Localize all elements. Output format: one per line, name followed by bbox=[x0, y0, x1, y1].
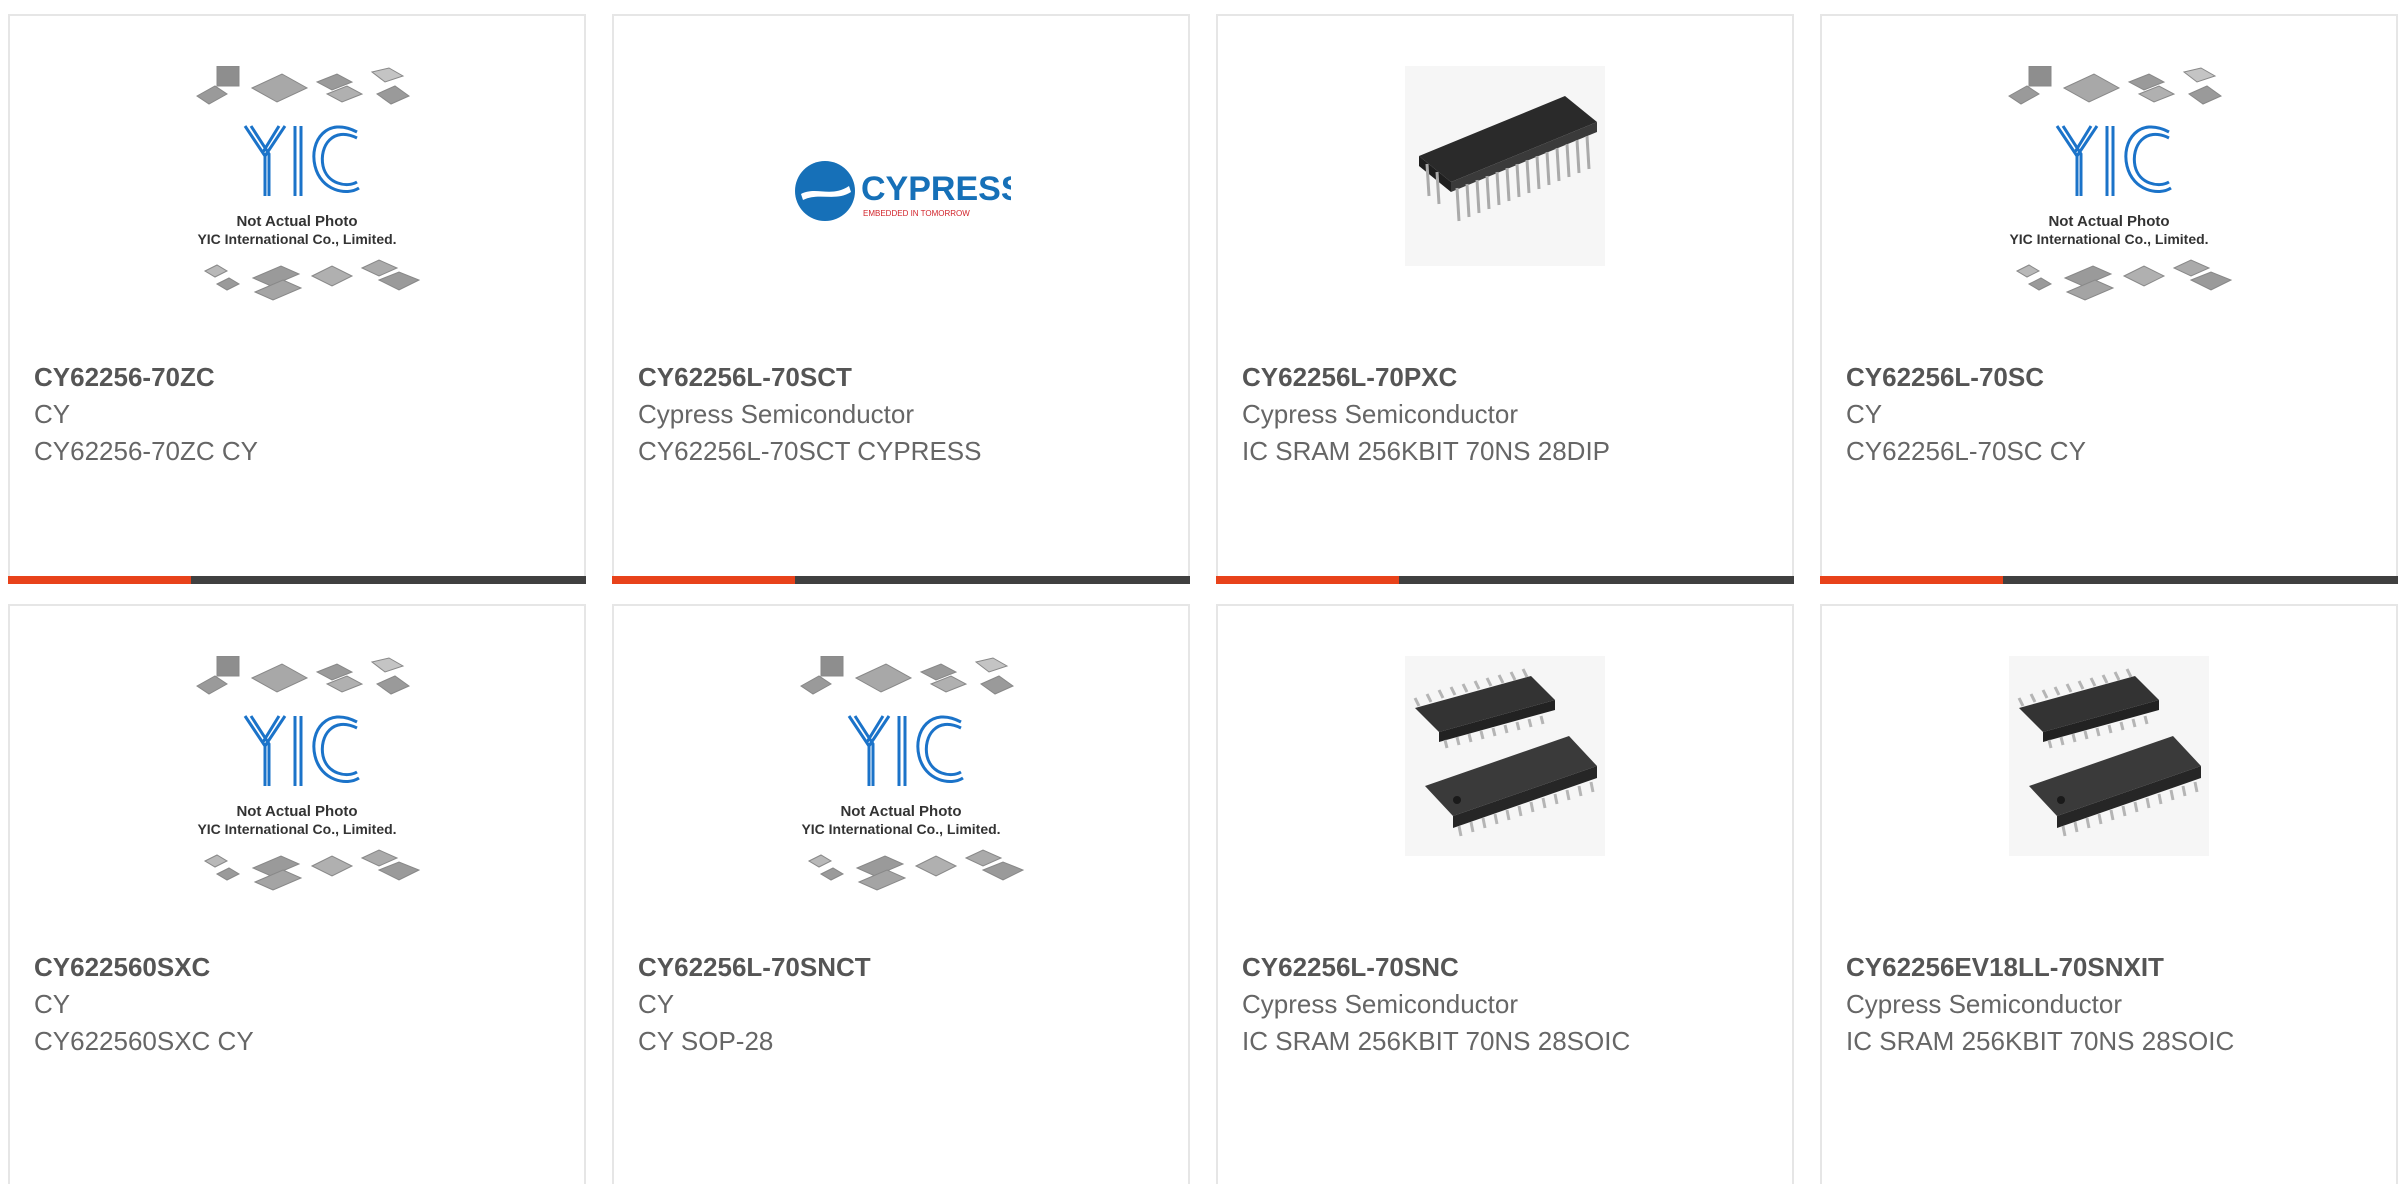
manufacturer: CY bbox=[1846, 399, 1883, 429]
manufacturer: CY bbox=[34, 989, 71, 1019]
dip-chip-image bbox=[1405, 66, 1605, 266]
description: CY SOP-28 bbox=[638, 1026, 774, 1056]
not-actual-photo-image: Not Actual Photo YIC International Co., … bbox=[2008, 66, 2233, 301]
cypress-logo-name: CYPRESS bbox=[861, 170, 1011, 208]
product-card[interactable]: CY62256EV18LL-70SNXIT Cypress Semiconduc… bbox=[1820, 604, 2398, 1184]
part-number-link[interactable]: CY62256L-70SC bbox=[1846, 358, 2386, 396]
product-image-placeholder[interactable]: Not Actual Photo YIC International Co., … bbox=[1822, 66, 2396, 356]
manufacturer: CY bbox=[638, 989, 675, 1019]
not-actual-photo-image: Not Actual Photo YIC International Co., … bbox=[196, 656, 421, 891]
card-bottom-bar bbox=[612, 576, 1190, 584]
not-actual-photo-image: Not Actual Photo YIC International Co., … bbox=[800, 656, 1025, 891]
manufacturer: Cypress Semiconductor bbox=[1242, 989, 1518, 1019]
part-number-link[interactable]: CY62256-70ZC bbox=[34, 358, 574, 396]
description: CY622560SXC CY bbox=[34, 1026, 254, 1056]
part-number-link[interactable]: CY62256L-70SNCT bbox=[638, 948, 1178, 986]
manufacturer: CY bbox=[34, 399, 71, 429]
placeholder-line2: YIC International Co., Limited. bbox=[801, 821, 1000, 837]
card-bottom-bar bbox=[1820, 576, 2398, 584]
product-image[interactable]: CYPRESS EMBEDDED IN TOMORROW bbox=[614, 66, 1188, 356]
description: IC SRAM 256KBIT 70NS 28SOIC bbox=[1846, 1026, 2235, 1056]
product-image[interactable] bbox=[1218, 66, 1792, 356]
not-actual-photo-image: Not Actual Photo YIC International Co., … bbox=[196, 66, 421, 301]
product-card[interactable]: Not Actual Photo YIC International Co., … bbox=[8, 604, 586, 1184]
description: CY62256L-70SCT CYPRESS bbox=[638, 436, 982, 466]
product-card[interactable]: CYPRESS EMBEDDED IN TOMORROW CY62256L-70… bbox=[612, 14, 1190, 584]
product-image-placeholder[interactable]: Not Actual Photo YIC International Co., … bbox=[10, 656, 584, 946]
description: IC SRAM 256KBIT 70NS 28SOIC bbox=[1242, 1026, 1631, 1056]
placeholder-line1: Not Actual Photo bbox=[840, 803, 961, 820]
placeholder-line1: Not Actual Photo bbox=[236, 803, 357, 820]
product-image[interactable] bbox=[1218, 656, 1792, 946]
part-number-link[interactable]: CY62256L-70SNC bbox=[1242, 948, 1782, 986]
description: CY62256-70ZC CY bbox=[34, 436, 258, 466]
cypress-logo-icon: CYPRESS EMBEDDED IN TOMORROW bbox=[795, 161, 1011, 221]
card-bottom-bar bbox=[1216, 576, 1794, 584]
placeholder-line2: YIC International Co., Limited. bbox=[2009, 231, 2208, 247]
soic-chips-image bbox=[1405, 656, 1605, 856]
card-bottom-bar bbox=[8, 576, 586, 584]
manufacturer: Cypress Semiconductor bbox=[1242, 399, 1518, 429]
product-card[interactable]: Not Actual Photo YIC International Co., … bbox=[612, 604, 1190, 1184]
part-number-link[interactable]: CY62256L-70SCT bbox=[638, 358, 1178, 396]
part-number-link[interactable]: CY62256EV18LL-70SNXIT bbox=[1846, 948, 2386, 986]
placeholder-line1: Not Actual Photo bbox=[236, 213, 357, 230]
product-card[interactable]: CY62256L-70SNC Cypress Semiconductor IC … bbox=[1216, 604, 1794, 1184]
cypress-logo-tagline: EMBEDDED IN TOMORROW bbox=[863, 209, 970, 218]
description: CY62256L-70SC CY bbox=[1846, 436, 2086, 466]
product-card[interactable]: Not Actual Photo YIC International Co., … bbox=[1820, 14, 2398, 584]
description: IC SRAM 256KBIT 70NS 28DIP bbox=[1242, 436, 1611, 466]
manufacturer: Cypress Semiconductor bbox=[1846, 989, 2122, 1019]
product-grid: Not Actual Photo YIC International Co., … bbox=[0, 0, 2400, 1184]
placeholder-line1: Not Actual Photo bbox=[2048, 213, 2169, 230]
manufacturer: Cypress Semiconductor bbox=[638, 399, 914, 429]
soic-chips-image bbox=[2009, 656, 2209, 856]
product-card[interactable]: CY62256L-70PXC Cypress Semiconductor IC … bbox=[1216, 14, 1794, 584]
product-image-placeholder[interactable]: Not Actual Photo YIC International Co., … bbox=[614, 656, 1188, 946]
placeholder-line2: YIC International Co., Limited. bbox=[197, 231, 396, 247]
placeholder-line2: YIC International Co., Limited. bbox=[197, 821, 396, 837]
part-number-link[interactable]: CY62256L-70PXC bbox=[1242, 358, 1782, 396]
product-image[interactable] bbox=[1822, 656, 2396, 946]
product-card[interactable]: Not Actual Photo YIC International Co., … bbox=[8, 14, 586, 584]
part-number-link[interactable]: CY622560SXC bbox=[34, 948, 574, 986]
product-image-placeholder[interactable]: Not Actual Photo YIC International Co., … bbox=[10, 66, 584, 356]
